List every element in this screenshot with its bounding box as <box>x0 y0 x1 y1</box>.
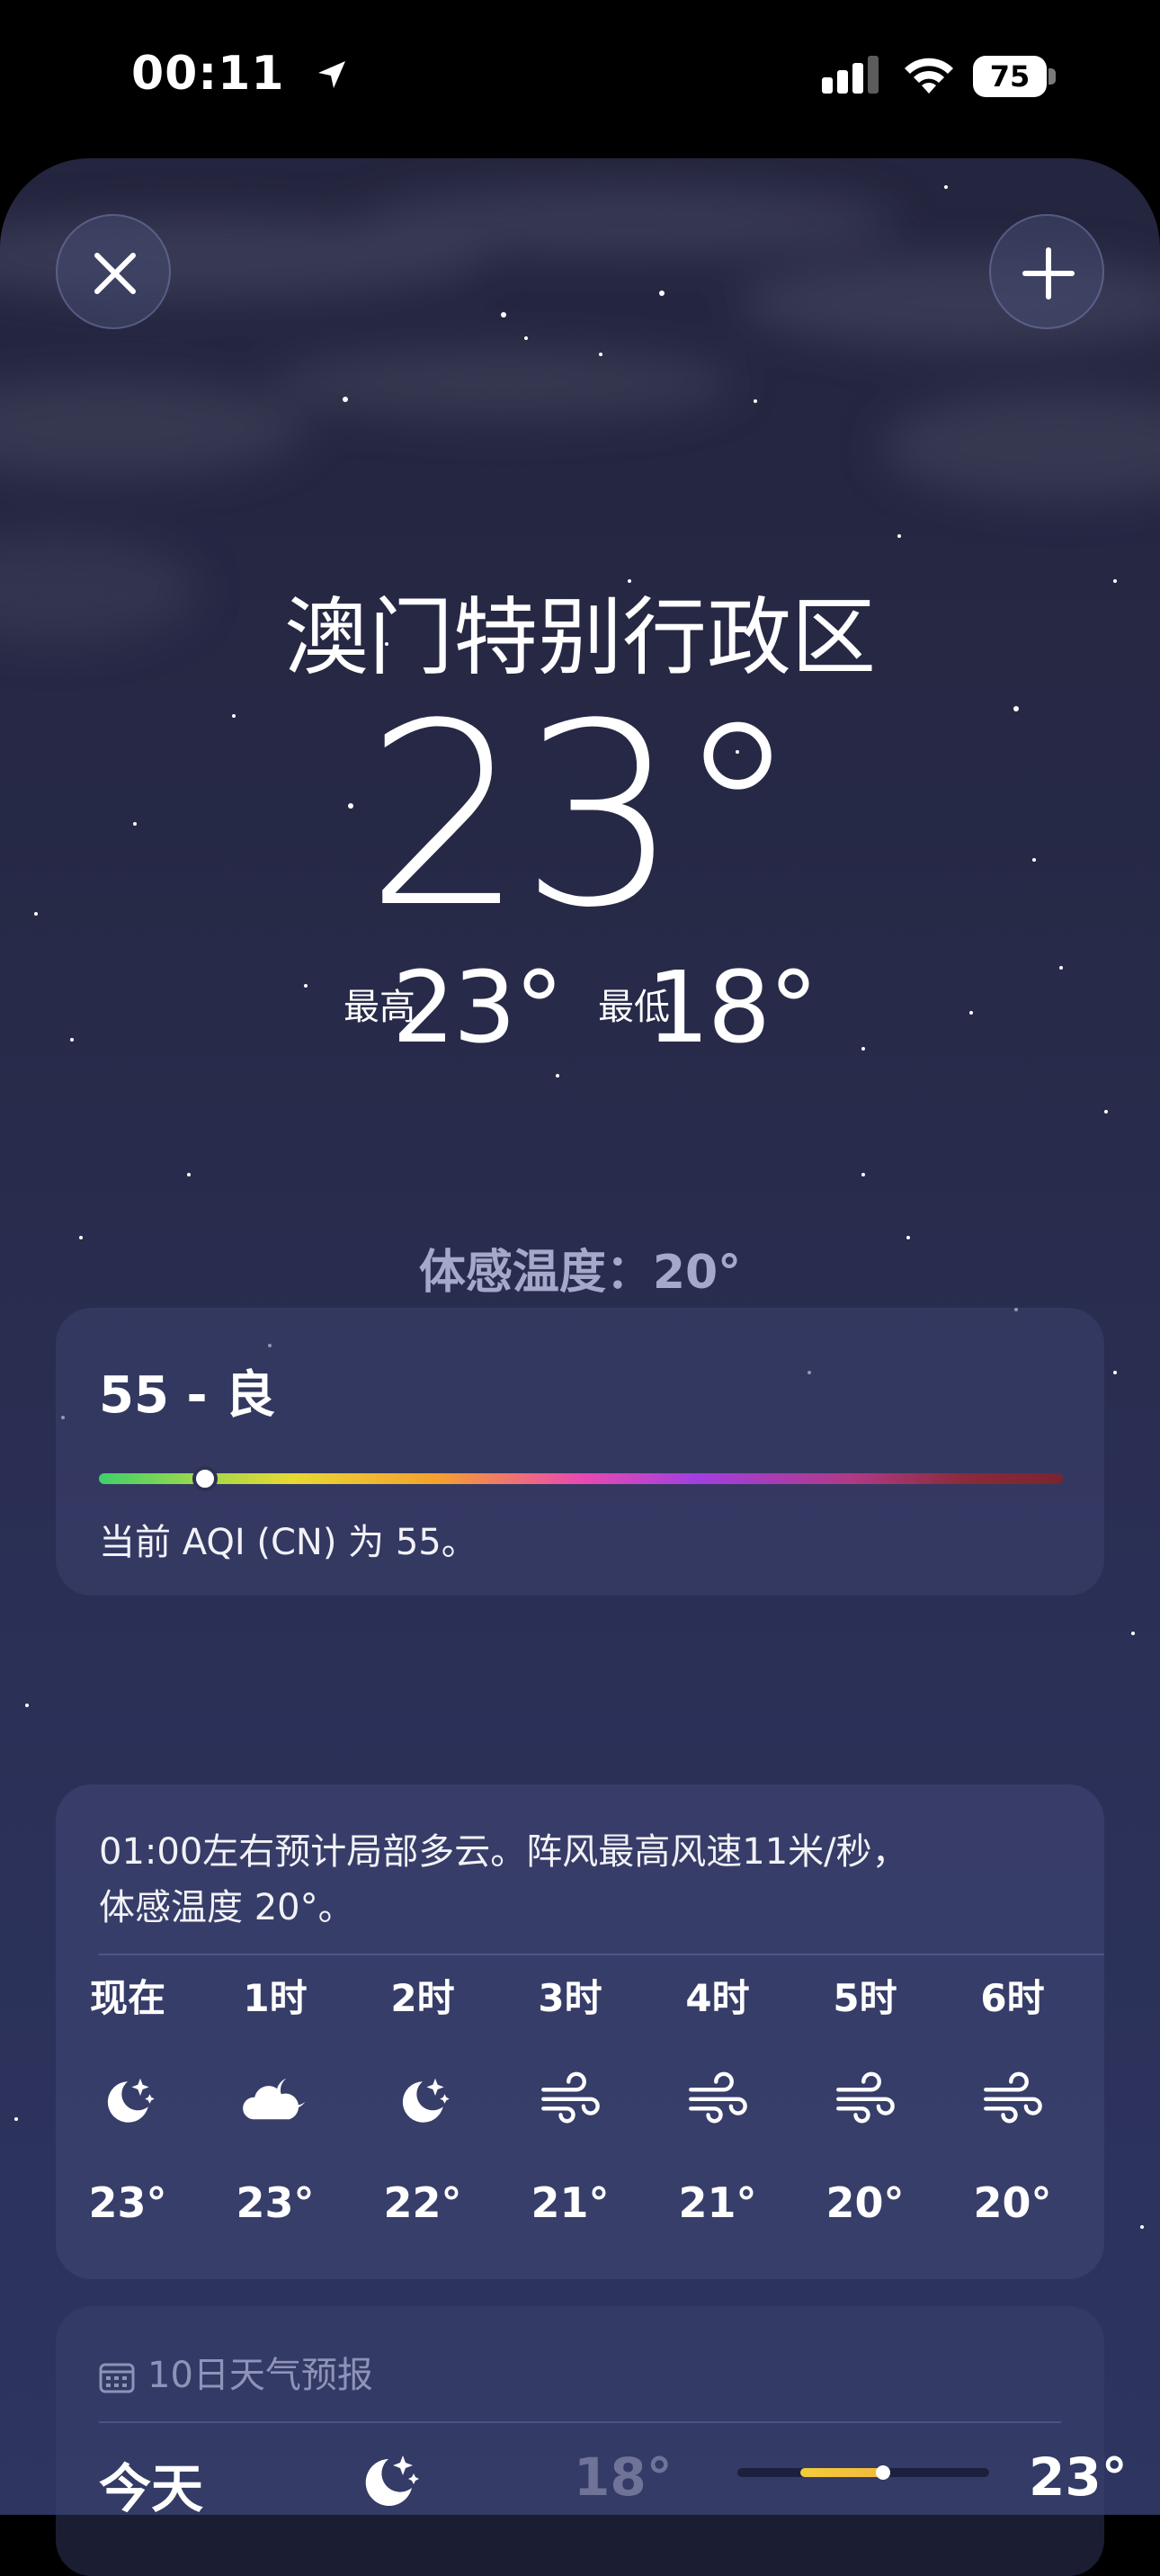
ten-day-header-text: 10日天气预报 <box>147 2355 373 2396</box>
hourly-item: 现在 23° <box>65 1973 191 2227</box>
hourly-item: 3时 21° <box>507 1973 633 2227</box>
ten-day-divider <box>99 2421 1061 2423</box>
high-label: 最高 <box>344 987 416 1028</box>
calendar-icon <box>99 2363 135 2393</box>
hourly-forecast-panel[interactable]: 01:00左右预计局部多云。阵风最高风速11米/秒， 体感温度 20°。 现在 2… <box>56 1784 1104 2279</box>
hour-label: 6时 <box>980 1976 1045 2020</box>
hourly-item: 2时 22° <box>360 1973 486 2227</box>
hour-label: 现在 <box>89 1976 165 2020</box>
wifi-icon <box>905 58 953 94</box>
battery-cap <box>1048 68 1056 85</box>
hourly-summary-line-1: 01:00左右预计局部多云。阵风最高风速11米/秒， <box>99 1831 908 1873</box>
battery-indicator: 75 <box>973 56 1056 97</box>
wind-icon <box>507 2071 633 2142</box>
ten-day-header: 10日天气预报 <box>99 2346 373 2398</box>
aqi-scale-bar <box>99 1473 1063 1484</box>
battery-level: 75 <box>973 56 1047 97</box>
location-arrow-icon <box>315 49 349 103</box>
moon-stars-icon <box>360 2071 486 2142</box>
hour-label: 2时 <box>390 1976 455 2020</box>
hour-temp: 23° <box>236 2178 315 2227</box>
hour-temp: 21° <box>531 2178 610 2227</box>
hour-label: 4时 <box>685 1976 750 2020</box>
hourly-summary-line-2: 体感温度 20°。 <box>99 1887 354 1928</box>
hourly-item: 4时 21° <box>655 1973 781 2227</box>
wind-icon <box>950 2071 1075 2142</box>
status-time: 00:11 <box>131 47 349 103</box>
day-low-temp: 18° <box>574 2446 673 2508</box>
hourly-summary: 01:00左右预计局部多云。阵风最高风速11米/秒， 体感温度 20°。 <box>99 1824 1070 1936</box>
hour-temp: 20° <box>973 2178 1052 2227</box>
high-low-temperature: 最高23° 最低18° <box>0 950 1160 1065</box>
ten-day-forecast-card[interactable]: 10日天气预报 今天 18° 23° <box>56 2306 1128 2576</box>
hour-temp: 23° <box>88 2178 167 2227</box>
current-temperature: 23° <box>0 678 1160 955</box>
plus-icon <box>1022 247 1075 300</box>
moon-stars-icon <box>352 2446 424 2522</box>
hourly-item: 1时 23° <box>212 1973 338 2227</box>
cellular-signal-icon <box>822 56 879 94</box>
aqi-title: 55 - 良 <box>99 1366 276 1425</box>
feels-like-temperature: 体感温度：20° <box>418 1246 742 1300</box>
low-value: 18° <box>647 950 818 1065</box>
day-high-temp: 23° <box>1029 2446 1128 2508</box>
cloud-moon-icon <box>212 2071 338 2142</box>
close-button[interactable] <box>56 214 171 329</box>
hourly-item: 6时 20° <box>950 1973 1075 2227</box>
status-time-text: 00:11 <box>131 47 285 101</box>
moon-stars-icon <box>65 2071 191 2142</box>
aqi-description: 当前 AQI (CN) 为 55。 <box>99 1522 477 1563</box>
status-bar: 00:11 75 <box>0 0 1160 158</box>
hour-label: 5时 <box>833 1976 897 2020</box>
hour-label: 1时 <box>243 1976 308 2020</box>
current-temperature-value: 23° <box>364 670 800 963</box>
day-name: 今天 <box>99 2458 204 2519</box>
temperature-range-fill <box>800 2468 888 2477</box>
add-location-button[interactable] <box>989 214 1104 329</box>
wind-icon <box>802 2071 928 2142</box>
hour-temp: 22° <box>383 2178 462 2227</box>
current-temperature-dot <box>876 2465 891 2480</box>
hour-label: 3时 <box>538 1976 602 2020</box>
hour-temp: 21° <box>678 2178 757 2227</box>
hourly-item: 5时 20° <box>802 1973 928 2227</box>
aqi-marker <box>192 1466 218 1491</box>
close-icon <box>94 253 136 294</box>
temperature-range-bar <box>737 2465 989 2480</box>
hourly-divider <box>99 1954 1104 1955</box>
wind-icon <box>655 2071 781 2142</box>
high-value: 23° <box>392 950 564 1065</box>
hour-temp: 20° <box>825 2178 905 2227</box>
low-label: 最低 <box>598 987 670 1028</box>
air-quality-card[interactable]: 55 - 良 当前 AQI (CN) 为 55。 <box>56 1308 1104 1596</box>
